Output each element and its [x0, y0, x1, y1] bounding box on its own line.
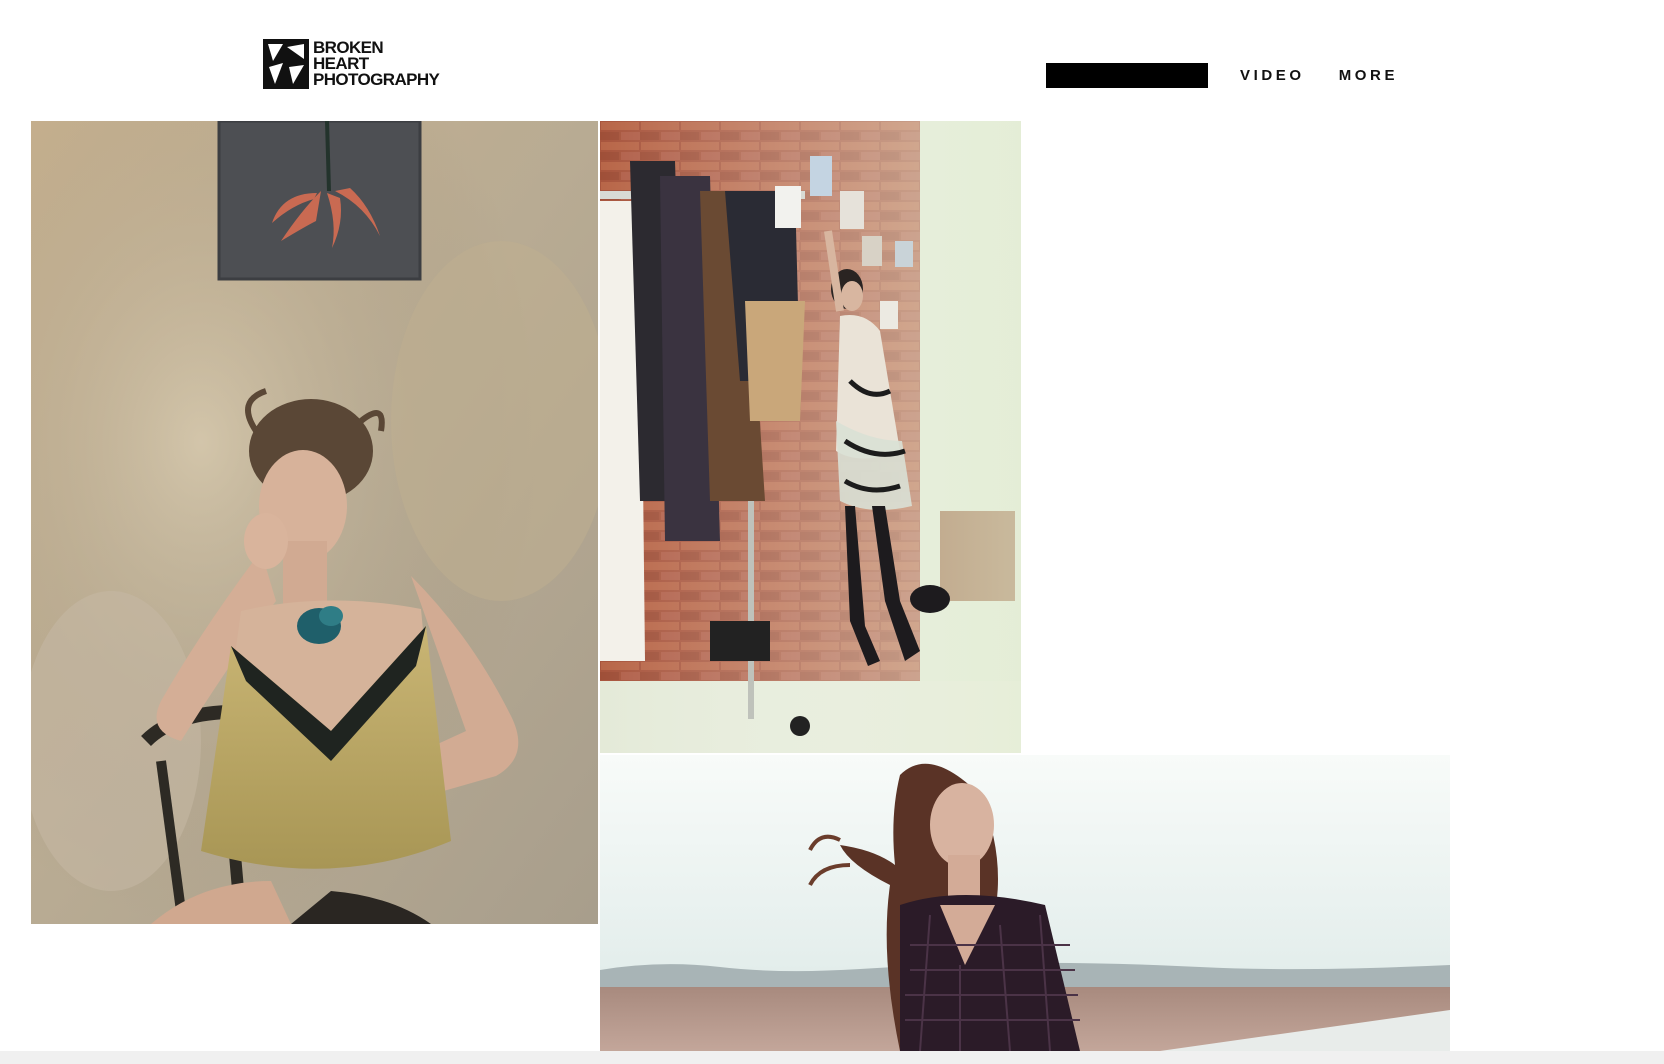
site-logo[interactable]: BROKEN HEART PHOTOGRAPHY [263, 39, 440, 89]
gallery-photo-brick-wall-model[interactable] [600, 121, 1021, 753]
gallery-photo-seated-woman[interactable] [31, 121, 598, 924]
photo-illustration [600, 121, 1021, 753]
photo-illustration [600, 755, 1450, 1051]
nav-item-video[interactable]: VIDEO [1240, 67, 1305, 84]
nav-item-active[interactable] [1046, 63, 1208, 88]
page-bottom-bar [0, 1051, 1664, 1064]
logo-line: PHOTOGRAPHY [313, 70, 440, 89]
logo-wordmark: BROKEN HEART PHOTOGRAPHY [313, 39, 440, 89]
broken-heart-logo-icon [263, 39, 309, 89]
main-nav: VIDEO MORE [1046, 62, 1398, 89]
photo-illustration [31, 121, 598, 924]
gallery-photo-field-portrait[interactable] [600, 755, 1450, 1051]
nav-item-more[interactable]: MORE [1339, 67, 1398, 84]
